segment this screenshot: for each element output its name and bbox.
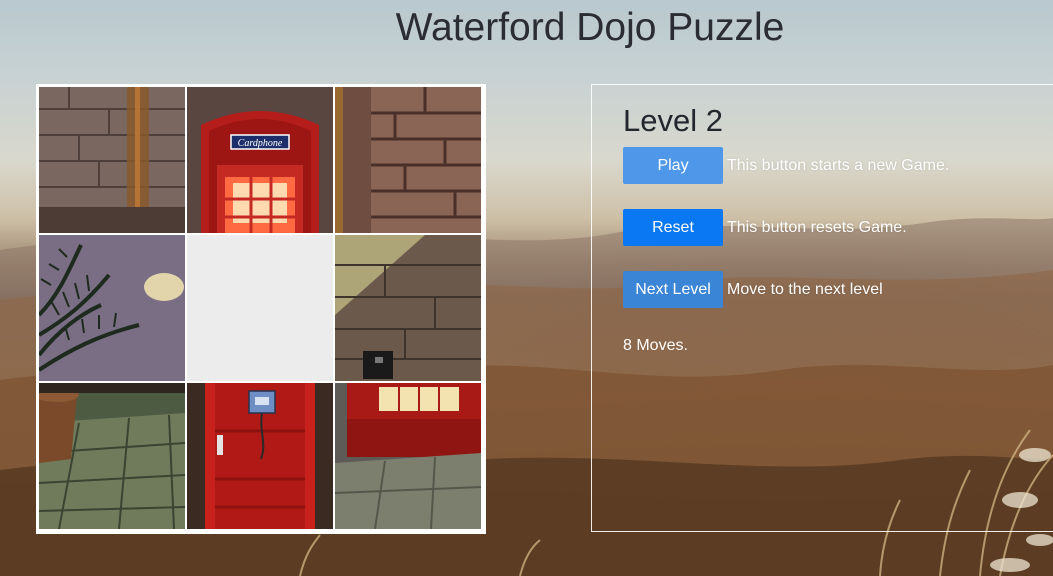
- play-description: This button starts a new Game.: [727, 156, 950, 174]
- cardphone-booth-top-image: Cardphone: [187, 87, 333, 233]
- booth-corner-image: [335, 383, 481, 529]
- brick-wall-image: [335, 87, 481, 233]
- next-level-row: Next Level Move to the next level: [623, 271, 883, 308]
- page-title: Waterford Dojo Puzzle: [395, 6, 785, 49]
- play-button[interactable]: Play: [623, 147, 723, 184]
- puzzle-tile[interactable]: [39, 235, 185, 381]
- next-level-button[interactable]: Next Level: [623, 271, 723, 308]
- next-level-description: Move to the next level: [727, 280, 883, 298]
- level-title: Level 2: [623, 103, 723, 138]
- reset-row: Reset This button resets Game.: [623, 209, 907, 246]
- stone-wall-image: [39, 87, 185, 233]
- phone-booth-door-image: [187, 383, 333, 529]
- puzzle-tile[interactable]: Cardphone: [187, 87, 333, 233]
- puzzle-tile[interactable]: [39, 87, 185, 233]
- puzzle-tile[interactable]: [335, 87, 481, 233]
- reset-button[interactable]: Reset: [623, 209, 723, 246]
- control-panel: Level 2 Play This button starts a new Ga…: [591, 84, 1053, 532]
- moves-counter: 8 Moves.: [623, 337, 688, 354]
- reset-description: This button resets Game.: [727, 218, 907, 236]
- puzzle-board: Cardphone: [36, 84, 486, 534]
- cardphone-sign-text: Cardphone: [238, 138, 283, 149]
- puzzle-tile[interactable]: [335, 383, 481, 529]
- palm-shadow-image: [39, 235, 185, 381]
- puzzle-tile[interactable]: [335, 235, 481, 381]
- play-row: Play This button starts a new Game.: [623, 147, 949, 184]
- puzzle-tile[interactable]: [187, 383, 333, 529]
- pot-and-floor-image: [39, 383, 185, 529]
- empty-tile-slot[interactable]: [187, 235, 333, 381]
- wall-with-box-image: [335, 235, 481, 381]
- puzzle-tile[interactable]: [39, 383, 185, 529]
